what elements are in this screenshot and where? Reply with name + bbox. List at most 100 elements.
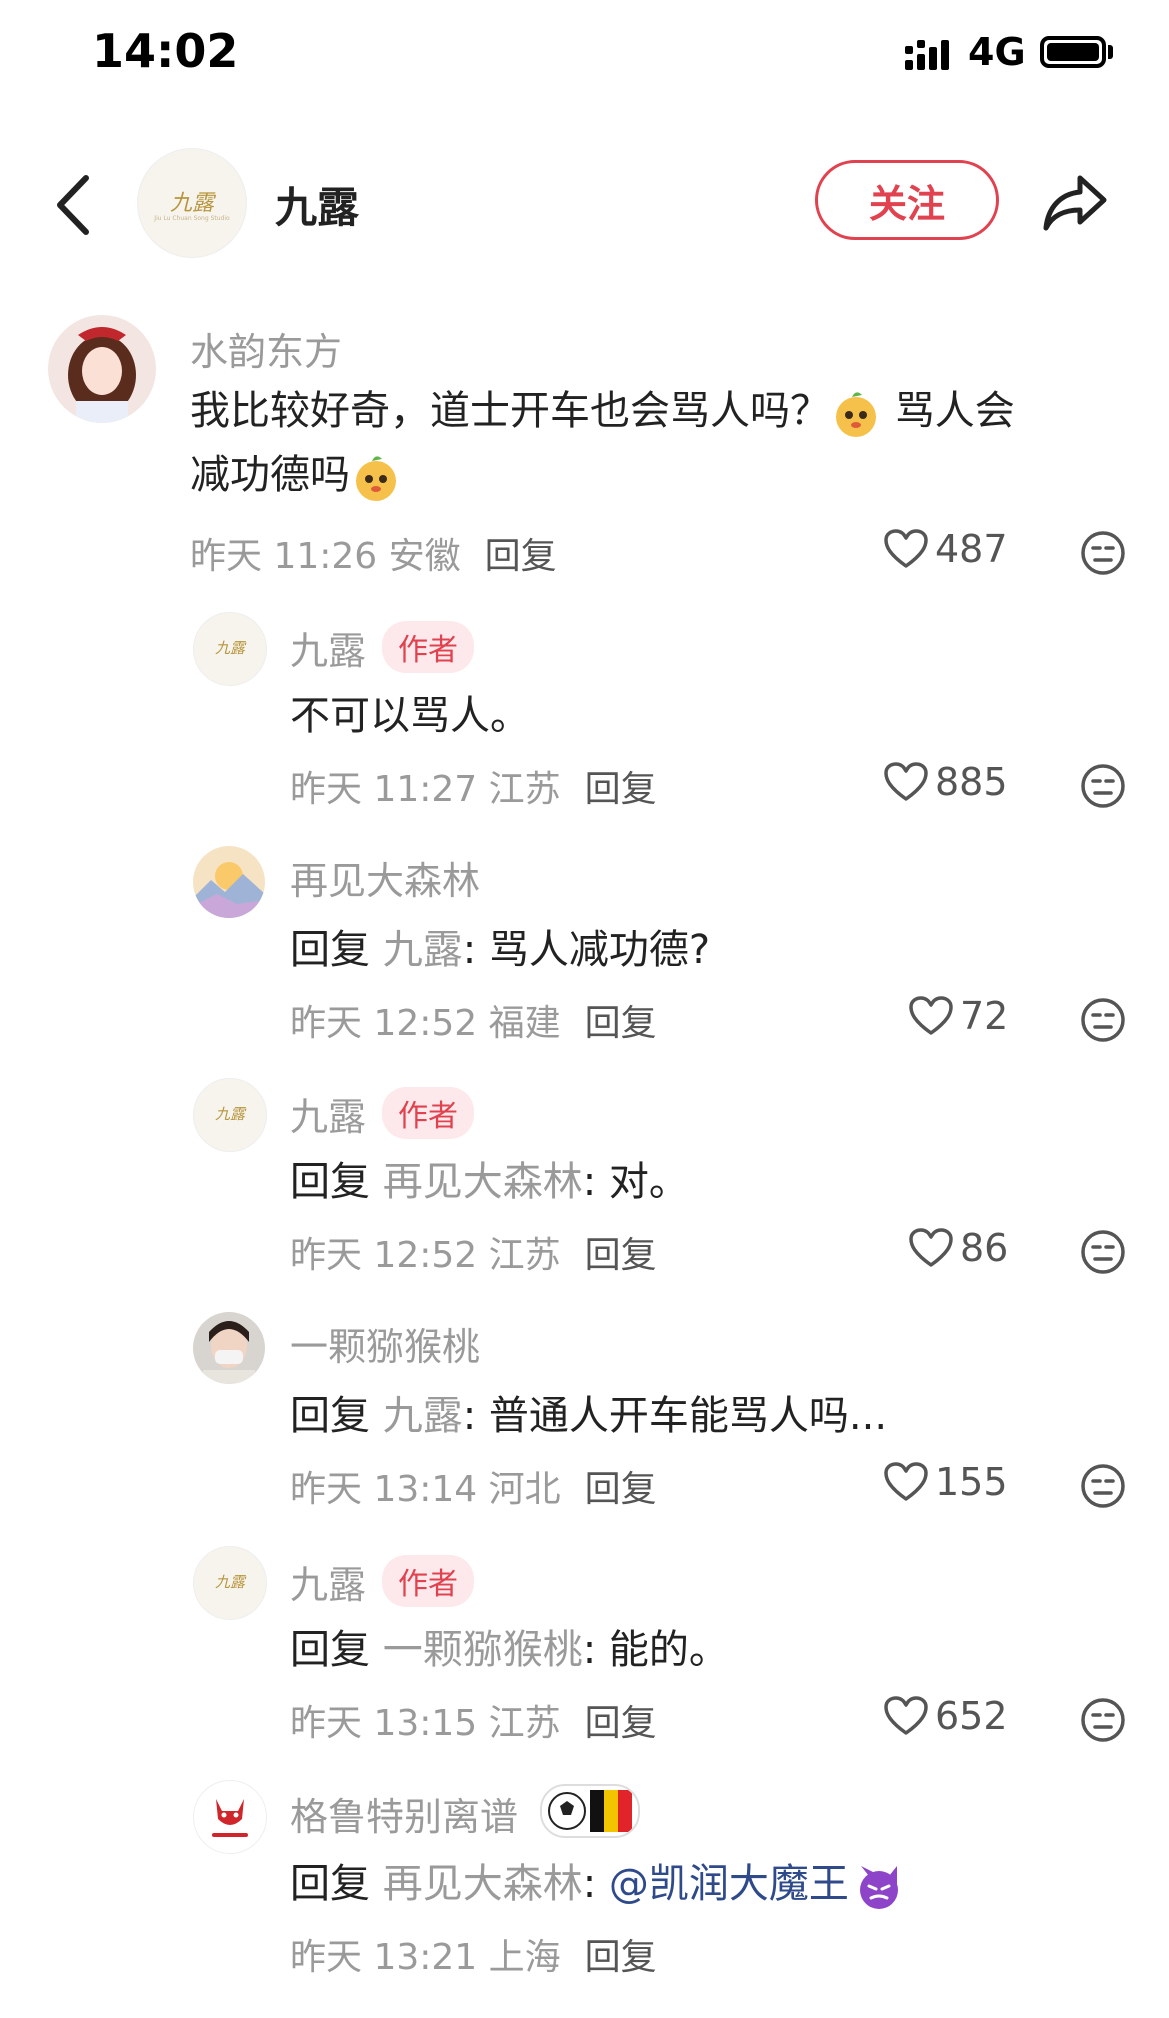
reply-body: : 对。 (582, 1159, 689, 1205)
author-badge: 作者 (382, 1087, 475, 1139)
comment-author[interactable]: 九露 作者 (290, 1554, 475, 1609)
user-avatar[interactable]: 九露 (193, 1546, 267, 1620)
comment-author[interactable]: 再见大森林 (290, 850, 480, 905)
author-badge: 作者 (382, 1555, 475, 1607)
user-avatar[interactable]: 九露 (193, 612, 267, 686)
comment-text: 回复 九露: 普通人开车能骂人吗... (290, 1384, 887, 1448)
like-count: 652 (935, 1694, 1008, 1738)
heart-icon (909, 996, 953, 1035)
like-button[interactable]: 72 (908, 994, 1008, 1038)
reply-to-user[interactable]: 九露 (383, 927, 463, 973)
comment-text-part3: 减功德吗 (190, 452, 350, 498)
reply-body: : 骂人减功德? (462, 927, 711, 973)
reply-to-user[interactable]: 再见大森林 (383, 1159, 583, 1205)
author-name: 九露 (290, 1095, 367, 1139)
like-button[interactable]: 652 (883, 1694, 1008, 1738)
comment-time: 昨天 13:21 上海 (290, 1937, 561, 1978)
mention-link[interactable]: @凯润大魔王 (609, 1861, 849, 1907)
follow-button[interactable]: 关注 (815, 160, 999, 240)
comment-time: 昨天 13:15 江苏 (290, 1703, 561, 1744)
reply-prefix: 回复 (290, 927, 383, 973)
like-button[interactable]: 86 (908, 1226, 1008, 1270)
reply-body: : 能的。 (582, 1627, 729, 1673)
comment-text: 我比较好奇，道士开车也会骂人吗？ 骂人会减功德吗 (190, 379, 1110, 507)
user-avatar[interactable]: 九露 (193, 1078, 267, 1152)
dislike-icon[interactable] (1080, 1697, 1126, 1743)
author-name: 九露 (290, 1563, 367, 1607)
comment-meta: 昨天 13:15 江苏 回复 (290, 1694, 657, 1746)
comment-author[interactable]: 格鲁特别离谱 (290, 1784, 641, 1841)
back-arrow-icon[interactable] (50, 170, 100, 240)
reply-separator: : (582, 1861, 609, 1907)
comment-text: 不可以骂人。 (290, 693, 530, 739)
author-name: 格鲁特别离谱 (290, 1795, 519, 1839)
like-button[interactable]: 885 (883, 760, 1008, 804)
user-avatar[interactable] (193, 846, 265, 918)
duck-emoji-icon (836, 392, 876, 437)
like-count: 86 (960, 1226, 1009, 1270)
comment-time: 昨天 11:27 江苏 (290, 769, 561, 810)
user-avatar[interactable] (48, 315, 156, 423)
profile-name[interactable]: 九露 (275, 174, 359, 235)
comment-author[interactable]: 九露 作者 (290, 1086, 475, 1141)
reply-prefix: 回复 (290, 1627, 383, 1673)
logo-text: 九露 (214, 1105, 245, 1123)
comment-meta: 昨天 12:52 福建 回复 (290, 994, 657, 1046)
dislike-icon[interactable] (1080, 763, 1126, 809)
comment-text: 回复 再见大森林: @凯润大魔王 (290, 1852, 905, 1916)
logo-text: 九露 (169, 191, 214, 216)
logo-subtext: Jiu Lu Chuan Song Studio (154, 215, 230, 222)
comment-text-part1: 我比较好奇，道士开车也会骂人吗？ (190, 388, 830, 434)
dislike-icon[interactable] (1080, 530, 1126, 576)
profile-avatar[interactable]: 九露 Jiu Lu Chuan Song Studio (137, 148, 247, 258)
reply-button[interactable]: 回复 (585, 1235, 657, 1276)
reply-to-user[interactable]: 再见大森林 (383, 1861, 583, 1907)
comment-author[interactable]: 九露 作者 (290, 620, 475, 675)
duck-emoji-icon (356, 456, 396, 501)
comment-meta: 昨天 11:27 江苏 回复 (290, 760, 657, 812)
reply-body: : 普通人开车能骂人吗... (462, 1393, 888, 1439)
heart-icon (884, 1696, 928, 1735)
dislike-icon[interactable] (1080, 1463, 1126, 1509)
dislike-icon[interactable] (1080, 1229, 1126, 1275)
heart-icon (909, 1228, 953, 1267)
reply-to-user[interactable]: 一颗猕猴桃 (383, 1627, 583, 1673)
comment-time: 昨天 12:52 江苏 (290, 1235, 561, 1276)
author-name: 九露 (290, 629, 367, 673)
reply-button[interactable]: 回复 (585, 1937, 657, 1978)
team-badge-icon (540, 1784, 641, 1838)
signal-icon (905, 40, 949, 70)
status-bar: 14:02 4G (0, 0, 1169, 100)
comment-meta: 昨天 11:26 安徽 回复 (190, 527, 557, 579)
reply-button[interactable]: 回复 (585, 769, 657, 810)
comment-meta: 昨天 13:14 河北 回复 (290, 1460, 657, 1512)
comment-meta: 昨天 12:52 江苏 回复 (290, 1226, 657, 1278)
reply-to-user[interactable]: 九露 (383, 1393, 463, 1439)
heart-icon (884, 1462, 928, 1501)
comment-text-part2: 骂人会 (882, 388, 1015, 434)
logo-text: 九露 (214, 639, 245, 657)
network-label: 4G (968, 30, 1026, 74)
reply-prefix: 回复 (290, 1393, 383, 1439)
comment-author[interactable]: 水韵东方 (190, 321, 342, 376)
user-avatar[interactable] (193, 1312, 265, 1384)
reply-button[interactable]: 回复 (585, 1003, 657, 1044)
reply-button[interactable]: 回复 (585, 1703, 657, 1744)
like-button[interactable]: 155 (883, 1460, 1008, 1504)
dislike-icon[interactable] (1080, 997, 1126, 1043)
comment-author[interactable]: 一颗猕猴桃 (290, 1316, 480, 1371)
like-count: 155 (935, 1460, 1008, 1504)
battery-icon (1040, 36, 1106, 68)
share-icon[interactable] (1040, 172, 1110, 232)
logo-text: 九露 (214, 1573, 245, 1591)
reply-button[interactable]: 回复 (585, 1469, 657, 1510)
heart-icon (884, 762, 928, 801)
comment-time: 昨天 11:26 安徽 (190, 536, 461, 577)
author-badge: 作者 (382, 621, 475, 673)
header: 九露 Jiu Lu Chuan Song Studio 九露 关注 (0, 140, 1169, 270)
reply-button[interactable]: 回复 (485, 536, 557, 577)
comment-text: 回复 九露: 骂人减功德? (290, 918, 710, 982)
like-count: 885 (935, 760, 1008, 804)
like-button[interactable]: 487 (883, 527, 1008, 571)
user-avatar[interactable] (193, 1780, 267, 1854)
